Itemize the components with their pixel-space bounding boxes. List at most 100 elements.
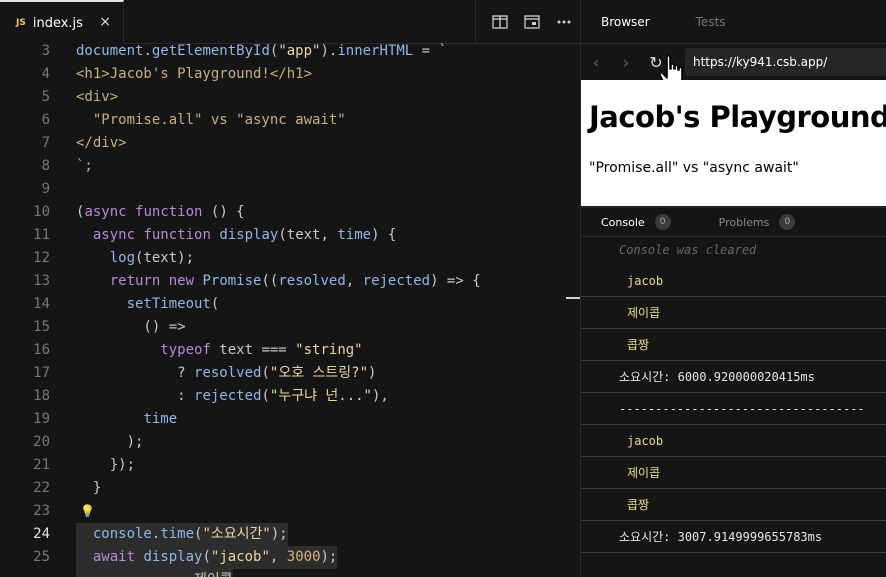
- open-preview-icon[interactable]: [516, 8, 548, 36]
- tab-tests[interactable]: Tests: [696, 15, 726, 29]
- console-entry: 제이콥: [581, 457, 886, 489]
- code-text: return new Promise((resolved, rejected) …: [109, 273, 481, 289]
- line-number: 14: [33, 296, 50, 312]
- console-entry: 콥짱: [581, 489, 886, 521]
- code-line[interactable]: 25 await display("jacob", 3000);: [0, 546, 580, 569]
- code-text: console.time("소요시간");: [76, 523, 288, 546]
- code-line[interactable]: 제이콥: [0, 569, 580, 577]
- line-number: 17: [33, 365, 50, 381]
- code-line[interactable]: 20 );: [0, 431, 580, 454]
- tab-index-js[interactable]: JS index.js ×: [0, 0, 124, 44]
- code-line[interactable]: 8 `;: [0, 155, 580, 178]
- code-text: log(text);: [109, 250, 195, 266]
- split-editor-icon[interactable]: [484, 8, 516, 36]
- code-text: "Promise.all" vs "async await": [76, 112, 346, 128]
- code-line[interactable]: 12 log(text);: [0, 247, 580, 270]
- line-number: 21: [33, 457, 50, 473]
- code-line[interactable]: 24 console.time("소요시간");: [0, 523, 580, 546]
- code-text: () =>: [76, 319, 186, 335]
- code-line[interactable]: 23 💡: [0, 500, 580, 523]
- scrollbar-marker: [566, 297, 580, 299]
- code-text: await display("jacob", 3000);: [76, 546, 338, 569]
- tab-problems[interactable]: Problems 0: [719, 214, 796, 230]
- code-text: }: [76, 480, 102, 496]
- line-number: 7: [41, 135, 50, 151]
- console-entry: jacob: [581, 265, 886, 297]
- code-line[interactable]: 11 async function display(text, time) {: [0, 224, 580, 247]
- line-number: 24: [33, 526, 50, 542]
- tab-browser[interactable]: Browser: [601, 15, 650, 29]
- code-line[interactable]: 9: [0, 178, 580, 201]
- tab-console[interactable]: Console 0: [601, 214, 671, 230]
- code-line[interactable]: 19 time: [0, 408, 580, 431]
- code-line[interactable]: 7 </div>: [0, 132, 580, 155]
- line-number: 12: [33, 250, 50, 266]
- code-text: </div>: [76, 135, 127, 151]
- line-number: 10: [33, 204, 50, 220]
- javascript-file-icon: JS: [16, 18, 26, 28]
- code-text: 제이콥: [76, 569, 233, 577]
- code-line[interactable]: 6 "Promise.all" vs "async await": [0, 109, 580, 132]
- line-number: 16: [33, 342, 50, 358]
- code-line[interactable]: 15 () =>: [0, 316, 580, 339]
- code-text: typeof text === "string": [160, 342, 363, 358]
- code-text: setTimeout(: [126, 296, 220, 312]
- code-line[interactable]: 14 setTimeout(: [0, 293, 580, 316]
- problems-count-badge: 0: [779, 214, 796, 230]
- console-entry: jacob: [581, 425, 886, 457]
- code-line[interactable]: 4 <h1>Jacob's Playground!</h1>: [0, 63, 580, 86]
- line-number: 23: [33, 503, 50, 519]
- code-line[interactable]: 22 }: [0, 477, 580, 500]
- editor-actions: [475, 0, 580, 44]
- code-text: time: [143, 411, 178, 427]
- close-icon[interactable]: ×: [99, 14, 111, 30]
- back-icon[interactable]: ‹: [581, 53, 611, 72]
- console-entry: 제이콥: [581, 297, 886, 329]
- line-number: 18: [33, 388, 50, 404]
- console-entry: 소요시간: 6000.920000020415ms: [581, 361, 886, 393]
- console-entry: 소요시간: 3007.9149999655783ms: [581, 521, 886, 553]
- code-line[interactable]: 5 <div>: [0, 86, 580, 109]
- forward-icon[interactable]: ›: [611, 53, 641, 72]
- code-area[interactable]: 3 document.getElementById("app").innerHTM…: [0, 40, 580, 577]
- line-number: 8: [41, 158, 50, 174]
- page-text: "Promise.all" vs "async await": [589, 160, 799, 176]
- tab-label: index.js: [32, 15, 83, 31]
- console-entry: 콥짱: [581, 329, 886, 361]
- line-number: 11: [33, 227, 50, 243]
- console-tab-label: Console: [601, 215, 645, 229]
- console-tabs: Console 0 Problems 0: [581, 207, 886, 237]
- code-text: <div>: [76, 89, 119, 105]
- code-line[interactable]: 17 ? resolved("오호 스트링?"): [0, 362, 580, 385]
- line-number: 13: [33, 273, 50, 289]
- code-text: `;: [76, 158, 93, 174]
- code-line[interactable]: 16 typeof text === "string": [0, 339, 580, 362]
- code-line[interactable]: 13 return new Promise((resolved, rejecte…: [0, 270, 580, 293]
- code-text: async function display(text, time) {: [92, 227, 397, 243]
- code-text: );: [76, 434, 144, 450]
- preview-tabs: Browser Tests: [581, 0, 886, 44]
- code-line[interactable]: 10 (async function () {: [0, 201, 580, 224]
- code-line[interactable]: 3 document.getElementById("app").innerHTM…: [0, 40, 580, 63]
- lightbulb-icon[interactable]: 💡: [80, 500, 95, 523]
- code-text: <h1>Jacob's Playground!</h1>: [76, 66, 313, 82]
- line-number: 15: [33, 319, 50, 335]
- line-number: 9: [41, 181, 50, 197]
- line-number: 20: [33, 434, 50, 450]
- preview-panel: Browser Tests ‹ › ↻ https://ky941.csb.ap…: [580, 0, 886, 577]
- browser-address-bar: ‹ › ↻ https://ky941.csb.app/: [581, 44, 886, 80]
- code-text: (async function () {: [76, 204, 245, 220]
- line-number: 6: [41, 112, 50, 128]
- code-editor[interactable]: JS index.js × 3 document.getElementById("…: [0, 0, 580, 577]
- code-text: : rejected("누구냐 넌..."),: [76, 388, 389, 404]
- url-input[interactable]: https://ky941.csb.app/: [685, 48, 886, 76]
- console-cleared-message: Console was cleared: [619, 243, 757, 257]
- line-number: 25: [33, 549, 50, 565]
- code-line[interactable]: 18 : rejected("누구냐 넌..."),: [0, 385, 580, 408]
- line-number: 19: [33, 411, 50, 427]
- page-heading: Jacob's Playground!: [589, 100, 886, 134]
- line-number: 4: [41, 66, 50, 82]
- code-line[interactable]: 21 });: [0, 454, 580, 477]
- problems-tab-label: Problems: [718, 215, 770, 229]
- more-options-icon[interactable]: [548, 8, 580, 36]
